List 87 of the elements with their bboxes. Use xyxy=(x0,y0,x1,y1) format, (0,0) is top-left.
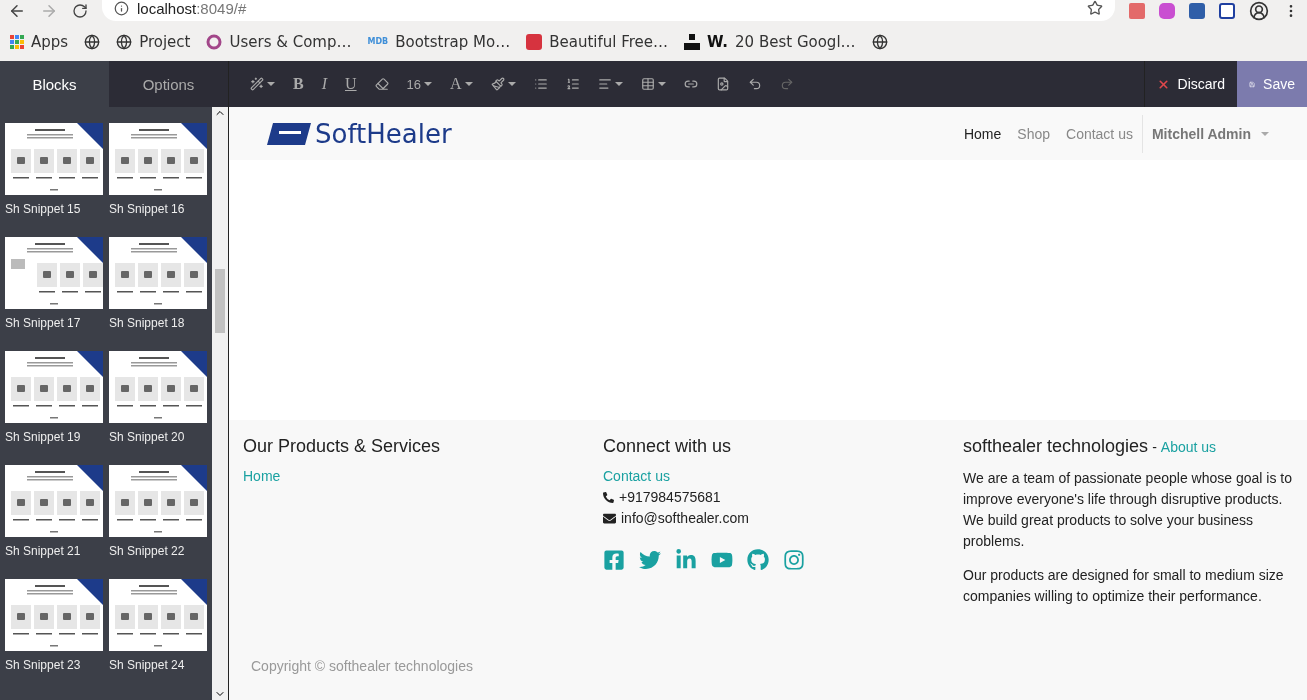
format-button[interactable]: 16 xyxy=(399,69,440,99)
snippet-label: Sh Snippet 15 xyxy=(5,202,82,216)
save-button[interactable]: Save xyxy=(1237,61,1307,107)
snippet-thumbnail[interactable] xyxy=(5,465,103,537)
link-icon xyxy=(683,77,698,91)
blocks-icon xyxy=(684,33,700,50)
url-text: localhost:8049/# xyxy=(137,0,247,17)
close-icon xyxy=(1156,77,1170,91)
eraser-icon xyxy=(374,77,389,91)
nav-link[interactable]: Home xyxy=(963,125,1002,142)
snippet-label: Sh Snippet 24 xyxy=(109,658,186,672)
snippet-label: Sh Snippet 16 xyxy=(109,202,186,216)
back-icon[interactable] xyxy=(8,2,26,20)
github-icon[interactable] xyxy=(747,549,769,571)
facebook-icon[interactable] xyxy=(603,549,625,571)
ring-icon xyxy=(206,33,223,50)
bookmark[interactable]: MDB Bootstrap Mo… xyxy=(367,32,511,51)
bookmark[interactable]: W. 20 Best Googl… xyxy=(684,32,856,51)
snippet-thumbnail[interactable] xyxy=(5,123,103,195)
globe-icon xyxy=(84,33,101,50)
redo-icon xyxy=(779,77,794,91)
globe-icon xyxy=(871,33,888,50)
scrollbar-thumb[interactable] xyxy=(215,269,226,333)
footer-heading: softhealer technologies xyxy=(963,436,1149,457)
info-icon xyxy=(114,0,129,16)
snippet-thumbnail[interactable] xyxy=(5,237,103,309)
snippet-thumbnail[interactable] xyxy=(109,237,207,309)
instagram-icon[interactable] xyxy=(783,549,805,571)
table-icon xyxy=(640,77,655,91)
logo-text: SoftHealer xyxy=(315,118,452,149)
globe-icon xyxy=(116,33,133,50)
undo-icon xyxy=(747,77,762,91)
bookmark[interactable]: Project xyxy=(116,32,191,51)
about-paragraph: We are a team of passionate people whose goal is to improve everyone's life through disruptive products. We build great products to solve your business problems. xyxy=(963,469,1293,551)
format-button[interactable]: U xyxy=(338,69,364,99)
magic-wand-icon xyxy=(250,77,264,91)
snippet-label: Sh Snippet 21 xyxy=(5,544,82,558)
bullet-list-icon xyxy=(533,77,548,91)
address-bar[interactable]: localhost:8049/# xyxy=(102,0,1115,21)
snippet-label: Sh Snippet 20 xyxy=(109,430,186,444)
user-menu[interactable]: Mitchell Admin xyxy=(1141,114,1269,153)
snippet-label: Sh Snippet 17 xyxy=(5,316,82,330)
reload-icon[interactable] xyxy=(72,3,88,19)
snippet-label: Sh Snippet 23 xyxy=(5,658,82,672)
copyright-text: Copyright © softhealer technologies xyxy=(250,658,474,674)
snippet-label: Sh Snippet 19 xyxy=(5,430,82,444)
bookmark-logo: W. xyxy=(707,32,729,51)
about-paragraph: Our products are designed for small to medium size companies willing to optimize their performance. xyxy=(963,566,1285,606)
snippet-thumbnail[interactable] xyxy=(109,123,207,195)
snippet-label: Sh Snippet 22 xyxy=(109,544,186,558)
mdb-logo: MDB xyxy=(367,37,389,46)
snippet-thumbnail[interactable] xyxy=(5,351,103,423)
extension-icon[interactable] xyxy=(1219,3,1235,19)
footer-link[interactable]: Contact us xyxy=(603,468,963,484)
nav-link[interactable]: Contact us xyxy=(1066,125,1133,142)
phone-icon xyxy=(603,491,614,503)
bookmark[interactable]: Users & Comp… xyxy=(206,32,352,51)
numbered-list-icon xyxy=(565,77,580,91)
apps-grid-icon xyxy=(10,34,24,49)
email-address: info@softhealer.com xyxy=(621,510,749,526)
panel-tab[interactable]: Blocks xyxy=(0,61,109,107)
footer-link[interactable]: About us xyxy=(1160,439,1217,455)
bookmark[interactable]: Apps xyxy=(10,32,69,51)
snippet-thumbnail[interactable] xyxy=(109,579,207,651)
square-logo-icon xyxy=(526,33,543,50)
snippet-thumbnail[interactable] xyxy=(109,465,207,537)
format-button[interactable]: B xyxy=(286,69,311,99)
profile-icon[interactable] xyxy=(1249,1,1269,21)
bookmark-star-icon[interactable] xyxy=(1087,0,1103,16)
align-left-icon xyxy=(597,77,612,91)
phone-number: +917984575681 xyxy=(619,489,721,505)
format-button[interactable]: A xyxy=(443,69,480,99)
image-icon xyxy=(715,77,730,91)
mail-icon xyxy=(603,511,616,525)
snippet-thumbnail[interactable] xyxy=(5,579,103,651)
format-button[interactable]: I xyxy=(314,69,334,99)
snippet-label: Sh Snippet 18 xyxy=(109,316,186,330)
snippet-thumbnail[interactable] xyxy=(109,351,207,423)
separator-text: - xyxy=(1152,439,1157,455)
paintbrush-icon xyxy=(490,77,505,91)
footer-heading: Connect with us xyxy=(603,436,733,457)
linkedin-icon[interactable] xyxy=(675,549,697,571)
bookmark[interactable]: Beautiful Free… xyxy=(526,32,668,51)
footer-heading: Our Products & Services xyxy=(243,436,442,457)
twitter-icon[interactable] xyxy=(639,549,661,571)
nav-link[interactable]: Shop xyxy=(1017,125,1050,142)
logo-icon xyxy=(267,122,311,145)
